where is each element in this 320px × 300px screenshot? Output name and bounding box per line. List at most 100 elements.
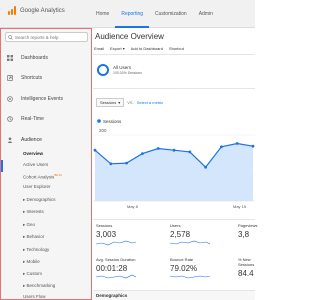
- subnav-users-flow[interactable]: Users Flow: [23, 292, 46, 300]
- metric-value: 3,003: [96, 230, 117, 239]
- shortcut-button[interactable]: Shortcut: [169, 46, 184, 51]
- chevron-down-icon: ▾: [118, 100, 121, 105]
- metric-label: Users: [170, 223, 181, 228]
- data-point[interactable]: [220, 145, 223, 149]
- data-point[interactable]: [188, 150, 192, 154]
- segment-detail: 100.00% Sessions: [113, 71, 142, 75]
- metric-label: Avg. Session Duration: [96, 257, 136, 262]
- subnav-custom[interactable]: ▸ Custom: [23, 269, 42, 278]
- nav-home[interactable]: Home: [90, 0, 115, 28]
- sparkline: [95, 240, 137, 246]
- metric-bounce-rate: Bounce Rate 79.02%: [169, 257, 211, 281]
- divider: [93, 219, 255, 220]
- data-point[interactable]: [204, 165, 207, 169]
- divider: [93, 88, 255, 89]
- subnav-mobile[interactable]: ▸ Mobile: [23, 257, 40, 266]
- segment-all-users[interactable]: All Users 100.00% Sessions: [97, 64, 142, 76]
- sidebar: Dashboards Shortcuts Intelligence Events…: [0, 28, 92, 300]
- metric-value: 79.02%: [170, 264, 198, 273]
- chart-controls: Sessions ▾ VS. Select a metric: [96, 98, 163, 107]
- subnav-demographics[interactable]: ▸ Demographics: [23, 195, 56, 204]
- sidebar-item-dashboards[interactable]: Dashboards: [1, 51, 91, 65]
- data-point[interactable]: [251, 144, 255, 148]
- metric-pageviews: Pageviews 3,8: [238, 223, 257, 239]
- data-point[interactable]: [141, 152, 144, 155]
- subnav-overview[interactable]: Overview: [23, 149, 43, 158]
- legend-label: Sessions: [103, 119, 122, 124]
- search-input[interactable]: [15, 34, 87, 41]
- subnav-benchmarking[interactable]: ▸ Benchmarking: [23, 281, 55, 290]
- subnav-user-explorer[interactable]: User Explorer: [23, 182, 51, 191]
- export-button[interactable]: Export ▾: [110, 46, 125, 51]
- metric-value: 2,578: [170, 230, 191, 239]
- subnav-behavior[interactable]: ▸ Behavior: [23, 232, 44, 241]
- metric-label: % New Sessions: [238, 257, 255, 267]
- divider: [93, 54, 255, 55]
- metric-value: 84.4: [238, 269, 254, 278]
- search-icon: [8, 35, 13, 40]
- active-indicator: [1, 160, 3, 172]
- data-point[interactable]: [109, 162, 113, 166]
- metric-select[interactable]: Sessions ▾: [96, 98, 125, 107]
- top-nav: Home Reporting Customization Admin: [90, 0, 219, 28]
- sidebar-item-label: Shortcuts: [21, 75, 43, 81]
- realtime-icon: [7, 116, 13, 122]
- metric-value: 3,8: [238, 230, 250, 239]
- sidebar-item-label: Audience: [21, 137, 42, 143]
- subnav-label: Cohort Analysis: [23, 174, 55, 180]
- metric-new-sessions: % New Sessions 84.4: [238, 257, 255, 278]
- sidebar-item-label: Dashboards: [21, 55, 48, 61]
- intelligence-icon: [7, 96, 13, 102]
- top-bar: Google Analytics Home Reporting Customiz…: [0, 0, 255, 28]
- sparkline: [95, 274, 137, 279]
- demographics-heading: Demographics: [96, 293, 128, 298]
- email-button[interactable]: Email: [94, 46, 104, 51]
- data-point[interactable]: [93, 148, 97, 152]
- y-tick-200: 200: [99, 128, 107, 133]
- metric-label: Sessions: [96, 223, 113, 228]
- metric-label: Pageviews: [238, 223, 258, 228]
- app-logo[interactable]: Google Analytics: [8, 6, 65, 15]
- sidebar-item-audience[interactable]: Audience: [1, 133, 91, 147]
- select-metric-link[interactable]: Select a metric: [137, 100, 163, 105]
- metric-label: Bounce Rate: [170, 257, 194, 262]
- metric-select-value: Sessions: [100, 100, 117, 105]
- data-point[interactable]: [156, 147, 160, 150]
- sessions-chart: Sessions 200 May 8 May 15: [93, 119, 255, 209]
- subnav-interests[interactable]: ▸ Interests: [23, 207, 44, 216]
- metric-value: 00:01:28: [96, 264, 128, 273]
- sidebar-item-label: Real-Time: [21, 116, 44, 122]
- app-name: Google Analytics: [20, 7, 65, 14]
- subnav-active-users[interactable]: Active Users: [23, 160, 48, 169]
- dashboard-icon: [7, 55, 13, 61]
- sidebar-item-intelligence-events[interactable]: Intelligence Events: [1, 92, 91, 106]
- beta-badge: BETA: [54, 173, 62, 177]
- sparkline: [169, 275, 211, 279]
- demographics-section: Demographics: [93, 290, 255, 300]
- analytics-logo-icon: [8, 6, 17, 15]
- sparkline: [169, 240, 211, 245]
- search-box[interactable]: [5, 32, 88, 42]
- add-to-dashboard-button[interactable]: Add to Dashboard: [131, 46, 163, 51]
- page-title: Audience Overview: [95, 32, 164, 41]
- data-point[interactable]: [172, 148, 176, 152]
- sidebar-item-shortcuts[interactable]: Shortcuts: [1, 71, 91, 85]
- sessions-area: [95, 143, 253, 201]
- sidebar-item-label: Intelligence Events: [21, 96, 63, 102]
- subnav-technology[interactable]: ▸ Technology: [23, 245, 49, 254]
- main-content: Audience Overview Email Export ▾ Add to …: [93, 28, 257, 300]
- x-tick-may8: May 8: [127, 204, 139, 209]
- metric-sessions: Sessions 3,003: [95, 223, 137, 247]
- nav-reporting[interactable]: Reporting: [115, 0, 150, 28]
- data-point[interactable]: [235, 142, 239, 145]
- subnav-geo[interactable]: ▸ Geo: [23, 220, 35, 229]
- sidebar-item-realtime[interactable]: Real-Time: [1, 112, 91, 126]
- metric-avg-session-duration: Avg. Session Duration 00:01:28: [95, 257, 137, 281]
- metric-users: Users 2,578: [169, 223, 211, 247]
- subnav-cohort-analysis[interactable]: Cohort AnalysisBETA: [23, 171, 62, 180]
- data-point[interactable]: [125, 161, 128, 165]
- nav-customization[interactable]: Customization: [149, 0, 193, 28]
- shortcut-icon: [7, 75, 13, 81]
- nav-admin[interactable]: Admin: [193, 0, 219, 28]
- x-tick-may15: May 15: [233, 204, 247, 209]
